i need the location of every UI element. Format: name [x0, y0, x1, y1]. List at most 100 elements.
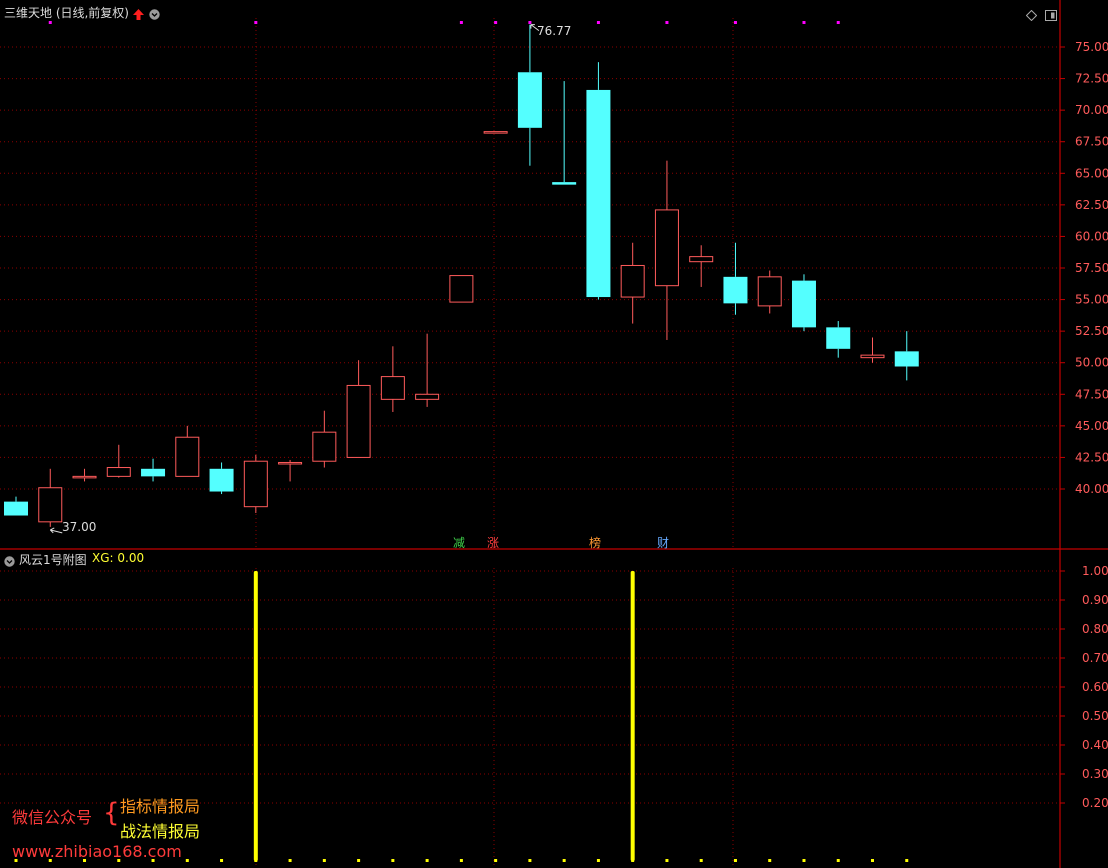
bottom-marker-dot [459, 859, 463, 862]
chart-canvas: 75.00 72.50 70.00 67.50 65.00 62.50 60.00 57.50… [0, 0, 1108, 868]
y-tick-label: 47.50 [1075, 387, 1108, 401]
candle-body [312, 431, 337, 462]
candle-body [826, 327, 851, 349]
bottom-marker-dot [768, 859, 772, 862]
bottom-marker-dot [871, 859, 874, 862]
diamond-icon[interactable] [1025, 6, 1038, 22]
bottom-marker-dot [596, 859, 600, 862]
candle-body [415, 393, 440, 400]
candle-body [38, 487, 63, 523]
top-marker-dot [596, 21, 600, 24]
bottom-marker-dot [802, 859, 806, 862]
bottom-marker-dot [494, 859, 498, 862]
y-tick-label: 0.30 [1082, 767, 1108, 781]
candle-body [141, 468, 166, 477]
axes: 75.00 72.50 70.00 67.50 65.00 62.50 60.00 57.50… [0, 0, 1108, 868]
bottom-marker-dot [631, 859, 635, 862]
main-panel-title: 三维天地 (日线,前复权) [4, 6, 129, 20]
bottom-marker-dot [733, 859, 737, 862]
event-marker-list[interactable]: 榜 [589, 534, 601, 551]
candle-body [791, 280, 816, 328]
candlestick-series [4, 24, 919, 534]
bottom-marker-dot [288, 859, 292, 862]
bottom-marker-dot [254, 859, 258, 862]
signal-bar [630, 571, 635, 861]
watermark-brace: { [103, 798, 120, 828]
candle-body [209, 468, 234, 492]
candle-body [757, 276, 782, 307]
bottom-marker-dot [220, 859, 224, 862]
y-tick-label: 65.00 [1075, 166, 1108, 180]
max-price-label: 76.77 [537, 24, 572, 38]
bottom-marker-dot [528, 859, 532, 862]
candle-body [654, 209, 679, 287]
up-arrow-icon[interactable] [133, 5, 144, 20]
y-tick-label: 0.80 [1082, 622, 1108, 636]
top-marker-dot [254, 21, 258, 24]
candle-body [586, 89, 611, 298]
candle-body [72, 475, 97, 479]
bottom-marker-dot [322, 859, 326, 862]
y-tick-label: 0.70 [1082, 651, 1108, 665]
candle-body [278, 461, 303, 465]
sub-panel-menu-icon[interactable] [4, 552, 15, 567]
top-marker-dot [836, 21, 840, 24]
top-marker-dot [733, 21, 737, 24]
candle-body [106, 467, 131, 477]
watermark-url: www.zhibiao168.com [12, 842, 182, 861]
window-icon[interactable] [1045, 6, 1057, 21]
sub-panel-title: 风云1号附图 [19, 553, 87, 567]
watermark-line2: 战法情报局 [120, 822, 201, 841]
indicator-value: XG: 0.00 [92, 551, 145, 565]
candle-body [4, 501, 28, 516]
y-tick-label: 62.50 [1075, 198, 1108, 212]
top-marker-dot [459, 21, 463, 24]
y-tick-label: 0.90 [1082, 593, 1108, 607]
event-marker-reduce[interactable]: 减 [453, 534, 465, 551]
candle-body [723, 276, 748, 304]
event-marker-finance[interactable]: 财 [657, 534, 669, 551]
candle-body [449, 275, 474, 303]
top-marker-dot [48, 21, 52, 24]
y-tick-label: 0.50 [1082, 709, 1108, 723]
candle-body [346, 384, 371, 458]
y-tick-label: 42.50 [1075, 450, 1108, 464]
candle-body [517, 72, 542, 128]
y-tick-label: 60.00 [1075, 229, 1108, 243]
watermark-line1: 指标情报局 [120, 797, 201, 816]
candle-body [894, 351, 919, 367]
signal-bar [253, 571, 258, 861]
candle-body [860, 354, 885, 359]
candle-body [380, 376, 405, 400]
watermark-wechat: 微信公众号 [12, 808, 93, 827]
y-tick-label: 0.40 [1082, 738, 1108, 752]
y-tick-label: 0.20 [1082, 796, 1108, 810]
bottom-marker-dot [905, 859, 909, 862]
candle-body [175, 436, 200, 477]
candle-body [243, 460, 268, 508]
y-tick-label: 75.00 [1075, 40, 1108, 54]
top-marker-dot [802, 21, 806, 24]
event-marker-rise[interactable]: 涨 [487, 534, 499, 551]
candle-body [483, 131, 508, 134]
min-price-arrow [49, 527, 63, 534]
y-tick-label: 70.00 [1075, 103, 1108, 117]
bottom-marker-dot [425, 859, 429, 862]
y-tick-label: 1.00 [1082, 564, 1108, 578]
y-tick-label: 50.00 [1075, 356, 1108, 370]
y-tick-label: 52.50 [1075, 324, 1108, 338]
bottom-marker-dot [665, 859, 669, 862]
y-tick-label: 72.50 [1075, 72, 1108, 86]
y-tick-label: 40.00 [1075, 482, 1108, 496]
marker-dots [14, 21, 909, 862]
bottom-marker-dot [562, 859, 566, 862]
y-tick-label: 67.50 [1075, 135, 1108, 149]
min-price-label: 37.00 [62, 520, 97, 534]
dropdown-icon[interactable] [149, 5, 160, 20]
bottom-marker-dot [699, 859, 703, 862]
top-marker-dot [665, 21, 669, 24]
candle-body [620, 264, 645, 298]
y-tick-label: 45.00 [1075, 419, 1108, 433]
bottom-marker-dot [357, 859, 361, 862]
candle-body [552, 182, 577, 185]
